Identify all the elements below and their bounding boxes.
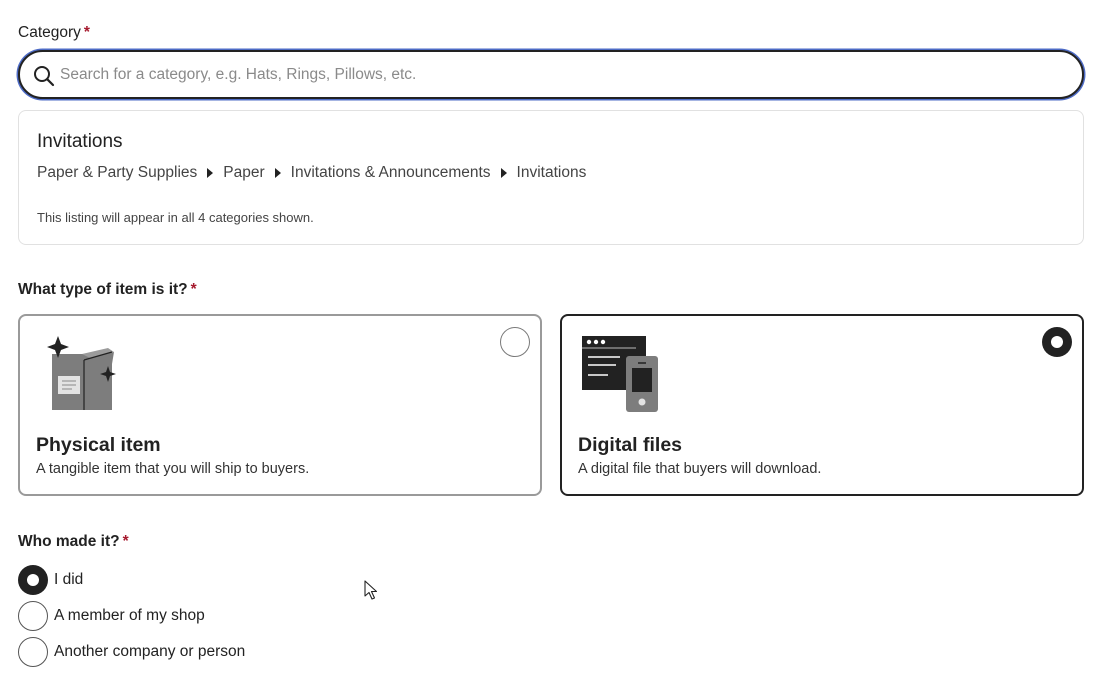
category-search-box[interactable] — [18, 50, 1084, 99]
who-made-option-label[interactable]: A member of my shop — [54, 607, 205, 625]
item-type-label: What type of item is it? * — [18, 281, 197, 299]
digital-files-description: A digital file that buyers will download… — [578, 461, 822, 477]
who-made-label-text: Who made it? — [18, 533, 120, 550]
category-note: This listing will appear in all 4 catego… — [37, 210, 314, 225]
who-made-option-label[interactable]: I did — [54, 571, 83, 589]
who-made-option-label[interactable]: Another company or person — [54, 643, 245, 661]
required-asterisk: * — [122, 533, 129, 550]
digital-files-radio[interactable] — [1042, 327, 1072, 357]
category-label-text: Category — [18, 24, 81, 41]
who-made-label: Who made it? * — [18, 533, 129, 551]
breadcrumb-item: Paper — [223, 164, 265, 181]
breadcrumb-item: Invitations & Announcements — [290, 164, 491, 181]
physical-item-option[interactable]: Physical item A tangible item that you w… — [18, 314, 542, 496]
digital-files-option[interactable]: Digital files A digital file that buyers… — [560, 314, 1084, 496]
physical-item-title: Physical item — [36, 434, 161, 456]
physical-item-description: A tangible item that you will ship to bu… — [36, 461, 310, 477]
category-label: Category * — [18, 24, 90, 42]
digital-files-title: Digital files — [578, 434, 683, 456]
who-made-option-shop-member[interactable]: A member of my shop — [18, 601, 205, 631]
category-search-input[interactable] — [60, 62, 1040, 88]
digital-files-icon — [582, 336, 658, 412]
who-made-radio-another[interactable] — [18, 637, 48, 667]
breadcrumb-item: Invitations — [516, 164, 587, 181]
category-breadcrumb: Paper & Party Supplies Paper Invitations… — [37, 164, 586, 182]
required-asterisk: * — [83, 24, 90, 41]
mouse-cursor-icon — [364, 580, 378, 600]
box-icon — [47, 336, 116, 410]
search-icon — [34, 66, 55, 87]
physical-item-radio[interactable] — [500, 327, 530, 357]
breadcrumb-item: Paper & Party Supplies — [37, 164, 198, 181]
caret-right-icon — [274, 168, 281, 178]
who-made-option-i-did[interactable]: I did — [18, 565, 83, 595]
who-made-option-another[interactable]: Another company or person — [18, 637, 245, 667]
item-type-label-text: What type of item is it? — [18, 281, 188, 298]
selected-category-title: Invitations — [37, 131, 123, 152]
caret-right-icon — [207, 168, 214, 178]
selected-category-card: Invitations Paper & Party Supplies Paper… — [18, 110, 1084, 245]
required-asterisk: * — [190, 281, 197, 298]
who-made-radio-shop-member[interactable] — [18, 601, 48, 631]
caret-right-icon — [500, 168, 507, 178]
who-made-radio-i-did[interactable] — [18, 565, 48, 595]
